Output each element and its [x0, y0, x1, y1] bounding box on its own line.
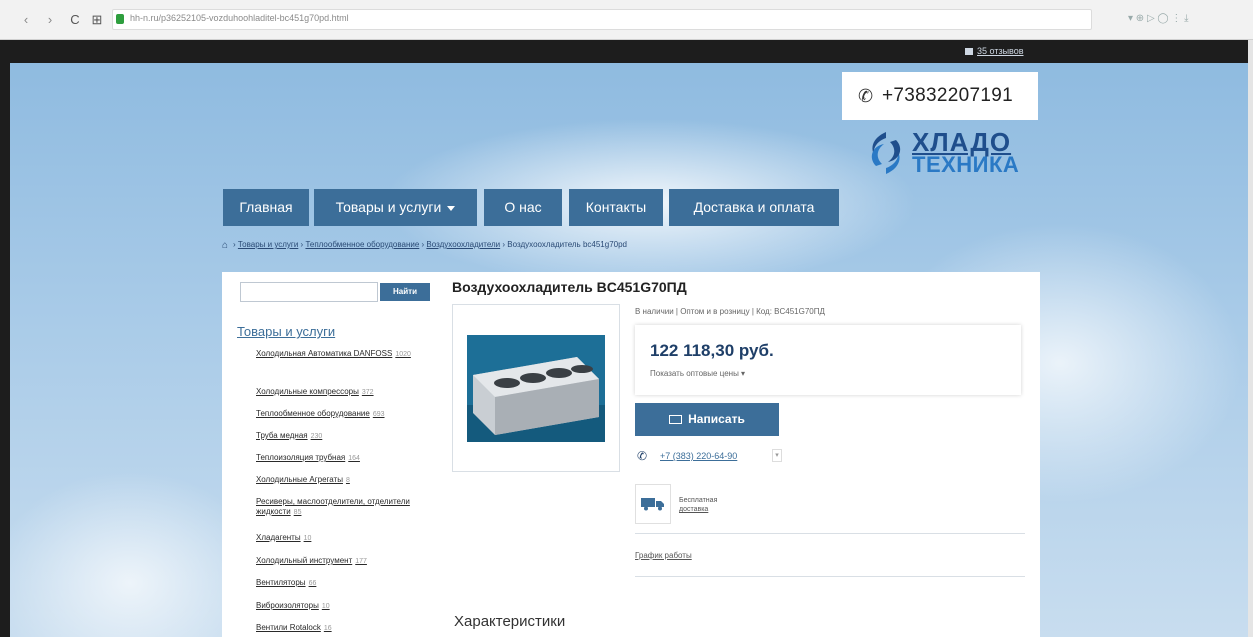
- delivery-text[interactable]: Бесплатная доставка: [679, 496, 749, 514]
- header-phone[interactable]: +73832207191: [882, 85, 1013, 107]
- divider: [635, 576, 1025, 577]
- logo-text-bottom[interactable]: ТЕХНИКА: [912, 152, 1019, 178]
- forward-icon[interactable]: ›: [42, 12, 58, 27]
- phone-icon: ✆: [637, 449, 648, 463]
- sidebar-item-label: Ресиверы, маслоотделители, отделители жи…: [256, 497, 410, 516]
- page-left-edge: [0, 40, 10, 637]
- sidebar-item-count: 177: [355, 558, 367, 565]
- breadcrumb-air-coolers[interactable]: Воздухоохладители: [426, 240, 500, 249]
- product-price: 122 118,30 руб.: [650, 341, 774, 360]
- breadcrumb-sep: ›: [233, 240, 236, 249]
- breadcrumb-heat-exchange[interactable]: Теплообменное оборудование: [305, 240, 419, 249]
- sidebar-item-label: Виброизоляторы: [256, 601, 319, 610]
- breadcrumb-sep: ›: [421, 240, 425, 249]
- specs-heading: Характеристики: [454, 613, 566, 630]
- sidebar-item[interactable]: Виброизоляторы 10: [256, 601, 416, 612]
- nav-home[interactable]: Главная: [223, 189, 309, 226]
- sidebar-item-count: 16: [323, 625, 332, 632]
- sidebar-item-count: 1020: [395, 351, 411, 358]
- sidebar-item-label: Хладагенты: [256, 533, 301, 542]
- sidebar-item-label: Холодильная Автоматика DANFOSS: [256, 349, 393, 358]
- nav-delivery[interactable]: Доставка и оплата: [669, 189, 839, 226]
- sidebar-item-label: Труба медная: [256, 431, 308, 440]
- breadcrumb-products[interactable]: Товары и услуги: [238, 240, 298, 249]
- nav-contacts-label: Контакты: [585, 199, 647, 215]
- sidebar-title[interactable]: Товары и услуги: [237, 324, 335, 339]
- sidebar-item-count: 85: [293, 509, 302, 516]
- sidebar-item-label: Вентили Rotalock: [256, 623, 321, 632]
- sidebar-item-count: 372: [361, 389, 374, 396]
- product-meta: В наличии | Оптом и в розницу | Код: BC4…: [635, 307, 825, 316]
- breadcrumb-sep: ›: [300, 240, 304, 249]
- sidebar-item-label: Холодильные Агрегаты: [256, 475, 343, 484]
- mail-icon: [669, 415, 683, 424]
- logo-icon[interactable]: [862, 128, 910, 178]
- sidebar-item[interactable]: Теплообменное оборудование 693: [256, 409, 416, 420]
- divider: [635, 533, 1025, 534]
- apps-icon[interactable]: ⊞: [89, 12, 105, 28]
- chevron-down-icon: [447, 205, 456, 211]
- sidebar-item-label: Теплообменное оборудование: [256, 409, 370, 418]
- comment-icon: [965, 48, 973, 56]
- home-icon[interactable]: ⌂: [222, 240, 228, 251]
- sidebar-item[interactable]: Холодильная Автоматика DANFOSS 1020: [256, 349, 416, 360]
- write-button[interactable]: Написать: [635, 403, 779, 436]
- sidebar-item[interactable]: Труба медная 230: [256, 431, 416, 442]
- sidebar-item-count: 10: [321, 603, 330, 610]
- sidebar-item-count: 693: [372, 411, 385, 418]
- breadcrumb: › Товары и услуги › Теплообменное оборуд…: [233, 240, 627, 249]
- nav-products[interactable]: Товары и услуги: [314, 189, 477, 226]
- sidebar-item-count: 8: [345, 477, 350, 484]
- site-topbar: [10, 40, 1248, 63]
- scrollbar[interactable]: [1248, 40, 1253, 637]
- nav-about[interactable]: О нас: [484, 189, 562, 226]
- back-icon[interactable]: ‹: [18, 12, 34, 27]
- reviews-link[interactable]: 35 отзывов: [965, 46, 1024, 56]
- nav-delivery-label: Доставка и оплата: [693, 199, 815, 215]
- nav-about-label: О нас: [504, 199, 542, 215]
- sidebar-item[interactable]: Вентиляторы 66: [256, 578, 416, 589]
- sidebar-item-label: Теплоизоляция трубная: [256, 453, 346, 462]
- chevron-down-icon[interactable]: ▾: [772, 449, 782, 462]
- lock-icon: [116, 14, 124, 24]
- sidebar-item-count: 10: [303, 535, 312, 542]
- product-title: Воздухоохладитель BC451G70ПД: [452, 279, 687, 295]
- sidebar-item-label: Вентиляторы: [256, 578, 306, 587]
- delivery-line2: доставка: [679, 506, 709, 513]
- sidebar-item[interactable]: Холодильные Агрегаты 8: [256, 475, 416, 486]
- sidebar-item[interactable]: Вентили Rotalock 16: [256, 623, 416, 634]
- breadcrumb-current: Воздухоохладитель bc451g70pd: [507, 240, 627, 249]
- sidebar-item[interactable]: Холодильные компрессоры 372: [256, 387, 416, 398]
- reviews-label: 35 отзывов: [977, 46, 1024, 56]
- write-button-label: Написать: [688, 412, 745, 426]
- browser-extensions[interactable]: ▾ ⊕ ▷ ◯ ⋮ ⤓: [1128, 13, 1189, 24]
- wholesale-prices-link[interactable]: Показать оптовые цены ▾: [650, 369, 745, 378]
- sidebar-item[interactable]: Ресиверы, маслоотделители, отделители жи…: [256, 497, 416, 518]
- nav-products-label: Товары и услуги: [335, 199, 442, 215]
- breadcrumb-sep: ›: [502, 240, 506, 249]
- phone-icon: ✆: [858, 86, 874, 106]
- sidebar-item[interactable]: Теплоизоляция трубная 164: [256, 453, 416, 464]
- search-button[interactable]: Найти: [380, 283, 430, 301]
- sidebar-item-count: 164: [348, 455, 360, 462]
- truck-icon: [641, 498, 664, 511]
- seller-phone-link[interactable]: +7 (383) 220-64-90: [660, 451, 737, 461]
- nav-home-label: Главная: [239, 199, 293, 215]
- sidebar-item-label: Холодильный инструмент: [256, 556, 353, 565]
- schedule-link[interactable]: График работы: [635, 551, 692, 560]
- product-image[interactable]: [467, 335, 605, 442]
- reload-icon[interactable]: C: [67, 12, 83, 27]
- nav-contacts[interactable]: Контакты: [569, 189, 663, 226]
- sidebar-item-count: 230: [310, 433, 323, 440]
- sidebar-item-count: 66: [308, 580, 317, 587]
- search-input[interactable]: [240, 282, 378, 302]
- url-text[interactable]: hh-n.ru/p36252105-vozduhoohladitel-bc451…: [130, 13, 349, 23]
- sidebar-item[interactable]: Холодильный инструмент 177: [256, 556, 416, 567]
- sidebar-item-label: Холодильные компрессоры: [256, 387, 359, 396]
- delivery-line1: Бесплатная: [679, 497, 718, 504]
- sidebar-item[interactable]: Хладагенты 10: [256, 533, 416, 544]
